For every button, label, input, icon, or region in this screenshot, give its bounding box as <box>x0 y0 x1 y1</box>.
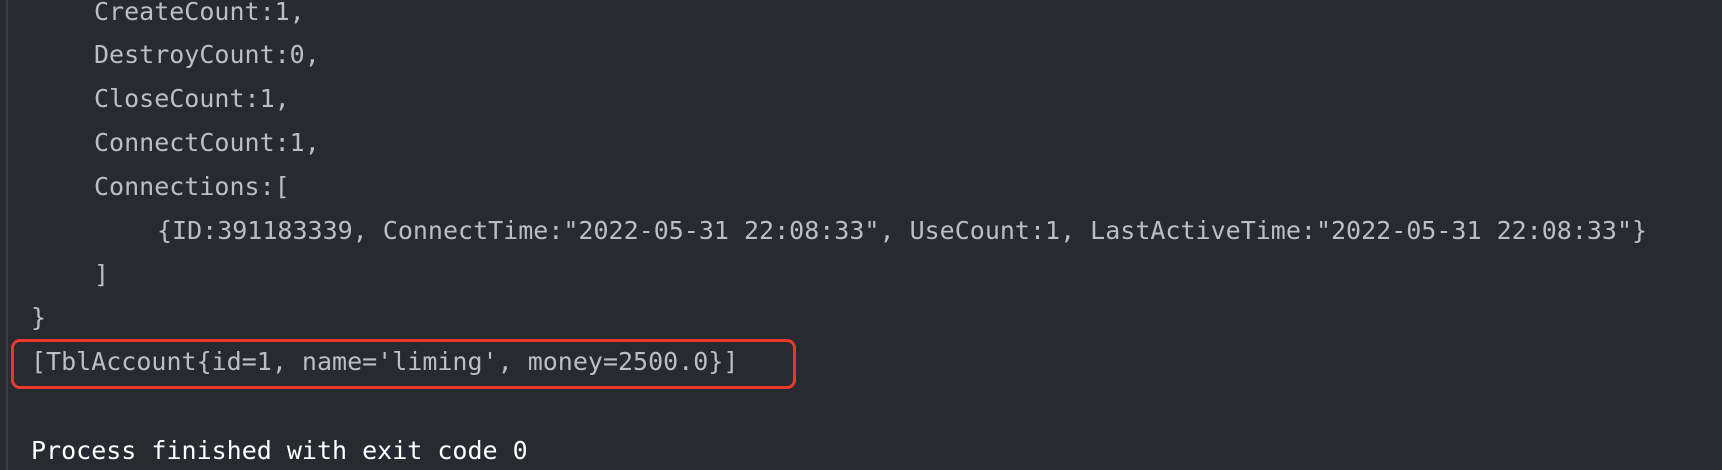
console-line-connections-close: ] <box>94 260 110 289</box>
console-line-process-finished: Process finished with exit code 0 <box>31 436 528 465</box>
run-console-output[interactable]: CreateCount:1, DestroyCount:0, CloseCoun… <box>0 0 1722 470</box>
console-line-close-count: CloseCount:1, <box>94 84 290 113</box>
gutter-divider <box>6 0 8 470</box>
console-line-destroy-count: DestroyCount:0, <box>94 40 320 69</box>
console-line-query-result: [TblAccount{id=1, name='liming', money=2… <box>31 347 739 376</box>
console-line-closing-brace: } <box>31 303 47 332</box>
console-line-connection-entry: {ID:391183339, ConnectTime:"2022-05-31 2… <box>157 216 1648 245</box>
console-line-create-count: CreateCount:1, <box>94 0 305 26</box>
console-line-connections-open: Connections:[ <box>94 172 290 201</box>
console-line-connect-count: ConnectCount:1, <box>94 128 320 157</box>
